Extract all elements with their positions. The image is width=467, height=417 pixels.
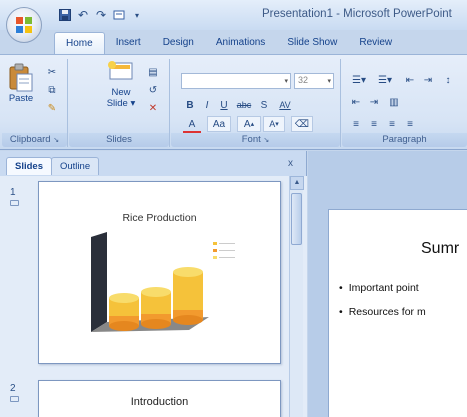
slides-group-label: Slides — [69, 133, 169, 147]
office-logo-icon — [16, 17, 32, 33]
paragraph-group-label: Paragraph — [342, 133, 467, 147]
underline-button[interactable]: U — [217, 97, 231, 113]
bullet-point[interactable]: Important point — [339, 282, 419, 294]
paste-icon — [9, 63, 33, 92]
paste-label: Paste — [8, 93, 34, 104]
clear-formatting-icon[interactable]: ⌫ — [291, 116, 313, 132]
chart-bar — [141, 287, 171, 329]
bullet-point[interactable]: Resources for m — [339, 306, 426, 318]
tab-slide-show[interactable]: Slide Show — [276, 32, 348, 54]
change-case-button[interactable]: Aa — [207, 116, 231, 132]
bullets-icon[interactable]: ☰▾ — [348, 73, 370, 87]
strikethrough-button[interactable]: abc — [234, 97, 254, 113]
title-bar: ↶ ↷ ▾ Presentation1 - Microsoft PowerPoi… — [0, 0, 467, 43]
office-button[interactable] — [6, 7, 42, 43]
font-color-button[interactable]: A — [183, 117, 201, 133]
slide-editor: Sumr Important point Resources for m — [308, 151, 467, 417]
italic-button[interactable]: I — [200, 97, 214, 113]
columns-icon[interactable]: ▥ — [386, 95, 402, 109]
tab-slides[interactable]: Slides — [6, 157, 52, 175]
ribbon: Paste ✂ ⧉ ✎ Clipboard ↘ New Slide ▾ ▤ ↺ … — [0, 54, 467, 150]
font-name-combo[interactable]: ▾ — [181, 73, 291, 89]
new-slide-icon — [108, 61, 133, 80]
slide-icon — [10, 200, 19, 206]
line-spacing-icon[interactable]: ↕ — [440, 73, 456, 87]
clipboard-group: Paste ✂ ⧉ ✎ Clipboard ↘ — [2, 59, 68, 147]
slides-group: New Slide ▾ ▤ ↺ ✕ Slides — [69, 59, 170, 147]
font-group-label[interactable]: Font ↘ — [171, 133, 340, 147]
clipboard-group-label[interactable]: Clipboard ↘ — [2, 133, 67, 147]
tab-insert[interactable]: Insert — [105, 32, 152, 54]
slide-thumbnail-2[interactable]: Introduction — [38, 380, 281, 417]
slide-icon — [10, 396, 19, 402]
slide-thumbnail-1[interactable]: Rice Production — [38, 181, 281, 364]
increase-list-level-icon[interactable]: ⇥ — [366, 95, 382, 109]
decrease-list-level-icon[interactable]: ⇤ — [348, 95, 364, 109]
grow-font-button[interactable]: A ▴ — [237, 116, 261, 132]
save-icon[interactable] — [58, 8, 72, 22]
paste-button[interactable]: Paste — [6, 63, 36, 104]
chart-bar — [173, 267, 203, 325]
shadow-button[interactable]: S — [257, 97, 271, 113]
new-slide-label-2: Slide ▾ — [106, 98, 136, 109]
align-right-icon[interactable]: ≡ — [384, 117, 400, 131]
decrease-indent-icon[interactable]: ⇤ — [402, 73, 418, 87]
chart-image — [91, 232, 235, 332]
reset-icon[interactable]: ↺ — [145, 83, 161, 97]
layout-icon[interactable]: ▤ — [145, 65, 161, 79]
align-left-icon[interactable]: ≡ — [348, 117, 364, 131]
print-preview-icon[interactable] — [112, 8, 126, 22]
increase-indent-icon[interactable]: ⇥ — [420, 73, 436, 87]
new-slide-button[interactable]: New Slide ▾ — [103, 61, 139, 109]
character-spacing-button[interactable]: AV — [274, 97, 296, 113]
thumbnail-title: Introduction — [130, 396, 189, 408]
window-title: Presentation1 - Microsoft PowerPoint — [262, 8, 452, 20]
tab-animations[interactable]: Animations — [205, 32, 276, 54]
tab-outline[interactable]: Outline — [51, 157, 100, 175]
font-size-combo[interactable]: 32 ▾ — [294, 73, 334, 89]
ribbon-tabs: Home Insert Design Animations Slide Show… — [54, 32, 403, 54]
dialog-launcher-icon: ↘ — [263, 137, 270, 144]
format-painter-icon[interactable]: ✎ — [44, 101, 60, 115]
tab-review[interactable]: Review — [348, 32, 403, 54]
font-group: ▾ 32 ▾ B I U abc S AV A Aa A ▴ A ▾ ⌫ Font ↘ — [171, 59, 341, 147]
pane-tabs: Slides Outline — [6, 157, 100, 175]
undo-icon[interactable]: ↶ — [76, 8, 90, 22]
numbering-icon[interactable]: ☰▾ — [374, 73, 396, 87]
copy-icon[interactable]: ⧉ — [44, 83, 60, 97]
dialog-launcher-icon: ↘ — [53, 137, 60, 144]
slide-number-1: 1 — [10, 187, 19, 206]
bold-button[interactable]: B — [183, 97, 197, 113]
slide-title[interactable]: Sumr — [421, 240, 459, 258]
tab-design[interactable]: Design — [152, 32, 205, 54]
scrollbar-thumb[interactable] — [291, 193, 302, 245]
slide-number-2: 2 — [10, 383, 19, 402]
justify-icon[interactable]: ≡ — [402, 117, 418, 131]
new-slide-label: New — [111, 87, 131, 98]
cut-icon[interactable]: ✂ — [44, 65, 60, 79]
current-slide[interactable]: Sumr Important point Resources for m — [328, 209, 467, 417]
delete-slide-icon[interactable]: ✕ — [145, 101, 161, 115]
close-icon[interactable]: x — [288, 158, 293, 169]
quick-access-toolbar: ↶ ↷ ▾ — [58, 6, 144, 24]
tab-home[interactable]: Home — [54, 32, 105, 54]
scroll-up-icon[interactable]: ▲ — [290, 176, 304, 190]
shrink-font-button[interactable]: A ▾ — [263, 116, 285, 132]
align-center-icon[interactable]: ≡ — [366, 117, 382, 131]
chart-bar — [109, 293, 139, 331]
chart-legend — [213, 242, 235, 259]
paragraph-group: ☰▾ ☰▾ ⇤ ⇥ ↕ ⇤ ⇥ ▥ ≡ ≡ ≡ ≡ Paragraph — [342, 59, 467, 147]
customize-toolbar-icon[interactable]: ▾ — [130, 8, 144, 22]
redo-icon[interactable]: ↷ — [94, 8, 108, 22]
thumbnail-scrollbar[interactable]: ▲ — [289, 176, 304, 417]
